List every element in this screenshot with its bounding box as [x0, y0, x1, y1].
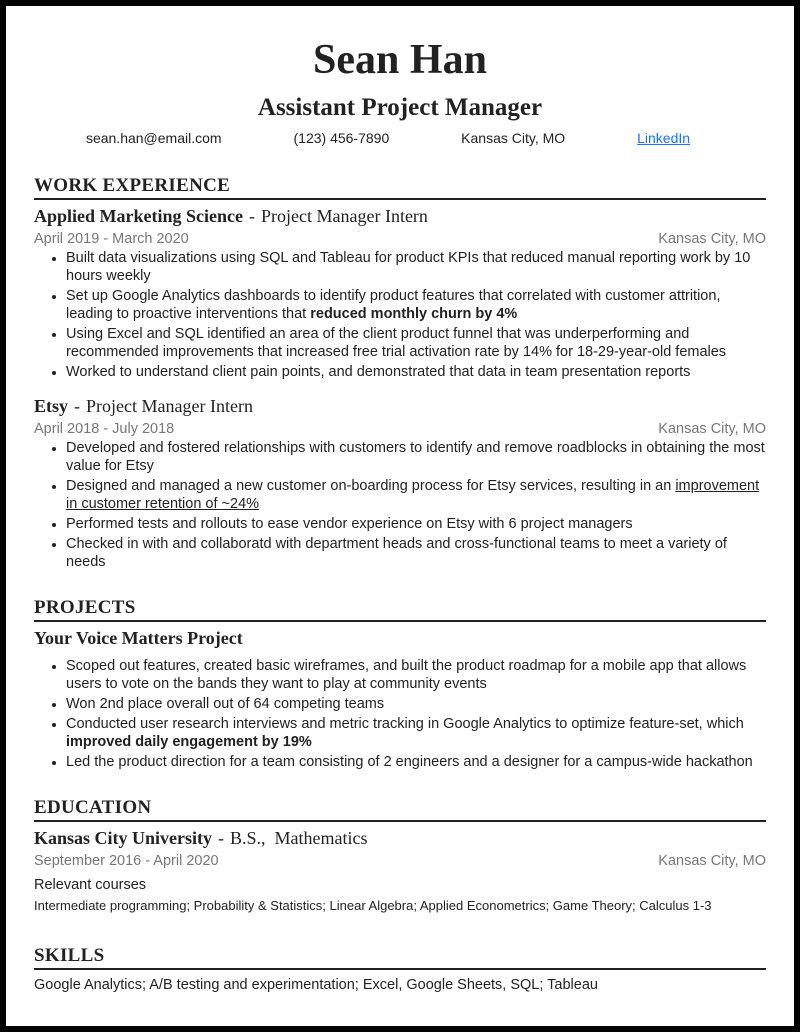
contact-email: sean.han@email.com — [85, 130, 222, 146]
bullet-item: Built data visualizations using SQL and … — [66, 249, 766, 285]
bullet-text: Performed tests and rollouts to ease ven… — [66, 516, 633, 532]
education-meta: September 2016 - April 2020 Kansas City,… — [34, 851, 766, 871]
section-title-projects: PROJECTS — [34, 597, 766, 622]
education-dates: September 2016 - April 2020 — [34, 853, 219, 869]
job-dates: April 2018 - July 2018 — [34, 421, 175, 437]
bullet-item: Performed tests and rollouts to ease ven… — [66, 515, 766, 533]
bullet-text: Designed and managed a new customer on-b… — [66, 478, 676, 494]
project-name: Your Voice Matters Project — [34, 628, 243, 648]
resume-page: Sean Han Assistant Project Manager sean.… — [6, 6, 794, 1026]
bullet-highlight: improved daily engagement by 19% — [66, 734, 312, 750]
job-bullets: Built data visualizations using SQL and … — [34, 249, 766, 381]
education-title-line: Kansas City University - B.S., Mathematics — [34, 827, 766, 849]
job-location: Kansas City, MO — [658, 421, 766, 437]
bullet-item: Designed and managed a new customer on-b… — [66, 477, 766, 513]
contact-row: sean.han@email.com (123) 456-7890 Kansas… — [34, 129, 766, 147]
bullet-item: Checked in with and collaboratd with dep… — [66, 535, 766, 571]
contact-phone: (123) 456-7890 — [293, 130, 390, 146]
linkedin-link[interactable]: LinkedIn — [637, 129, 690, 147]
skills-list: Google Analytics; A/B testing and experi… — [34, 977, 598, 993]
job-meta: April 2018 - July 2018 Kansas City, MO — [34, 419, 766, 439]
school-name: Kansas City University — [34, 828, 213, 848]
job-title-line: Applied Marketing Science - Project Manage… — [34, 205, 766, 227]
job-dates: April 2019 - March 2020 — [34, 231, 189, 247]
job-role: Project Manager Intern — [261, 206, 428, 226]
bullet-item: Developed and fostered relationships wit… — [66, 439, 766, 475]
bullet-item: Won 2nd place overall out of 64 competin… — [66, 695, 766, 713]
bullet-text: Conducted user research interviews and m… — [66, 716, 744, 732]
courses-list: Intermediate programming; Probability & … — [34, 898, 712, 913]
bullet-item: Using Excel and SQL identified an area o… — [66, 325, 766, 361]
bullet-text: Checked in with and collaboratd with dep… — [66, 536, 727, 570]
job-bullets: Developed and fostered relationships wit… — [34, 439, 766, 571]
job-org: Applied Marketing Science — [34, 206, 243, 226]
bullet-item: Worked to understand client pain points,… — [66, 363, 766, 381]
section-title-work: WORK EXPERIENCE — [34, 175, 766, 200]
section-title-education: EDUCATION — [34, 797, 766, 822]
education-location: Kansas City, MO — [658, 853, 766, 869]
candidate-name: Sean Han — [313, 37, 487, 83]
bullet-text: Led the product direction for a team con… — [66, 754, 753, 770]
relevant-courses-label: Relevant courses — [34, 877, 147, 893]
title-separator: - — [249, 206, 255, 226]
job-location: Kansas City, MO — [658, 231, 766, 247]
bullet-text: Built data visualizations using SQL and … — [66, 250, 751, 284]
job-org: Etsy — [34, 396, 69, 416]
bullet-text: Won 2nd place overall out of 64 competin… — [66, 696, 385, 712]
title-separator: - — [218, 828, 225, 848]
project-entry: Your Voice Matters Project Scoped out fe… — [34, 627, 766, 771]
bullet-item: Scoped out features, created basic wiref… — [66, 657, 766, 693]
job-role: Project Manager Intern — [86, 396, 253, 416]
bullet-item: Conducted user research interviews and m… — [66, 715, 766, 751]
contact-location: Kansas City, MO — [461, 130, 566, 146]
bullet-text: Developed and fostered relationships wit… — [66, 440, 765, 474]
education-entry: Kansas City University - B.S., Mathematics… — [34, 827, 766, 915]
job-title-line: Etsy - Project Manager Intern — [34, 395, 766, 417]
bullet-highlight: reduced monthly churn by 4% — [310, 306, 518, 322]
bullet-item: Led the product direction for a team con… — [66, 753, 766, 771]
project-bullets: Scoped out features, created basic wiref… — [34, 657, 766, 771]
project-title-line: Your Voice Matters Project — [34, 627, 766, 649]
bullet-text: Scoped out features, created basic wiref… — [66, 658, 747, 692]
job-meta: April 2019 - March 2020 Kansas City, MO — [34, 229, 766, 249]
job-entry: Applied Marketing Science - Project Manage… — [34, 205, 766, 381]
candidate-headline: Assistant Project Manager — [257, 94, 543, 121]
section-title-skills: SKILLS — [34, 945, 766, 970]
bullet-text: Using Excel and SQL identified an area o… — [66, 326, 727, 360]
bullet-item: Set up Google Analytics dashboards to id… — [66, 287, 766, 323]
bullet-text: Worked to understand client pain points,… — [66, 364, 691, 380]
degree: B.S., Mathematics — [230, 828, 368, 848]
title-separator: - — [74, 396, 81, 416]
job-entry: Etsy - Project Manager Intern April 2018 -… — [34, 395, 766, 571]
